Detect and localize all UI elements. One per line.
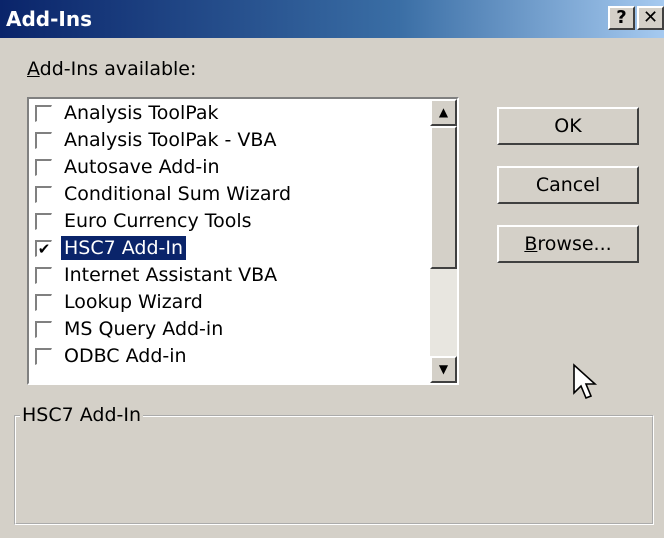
list-item[interactable]: Analysis ToolPak [31, 100, 431, 127]
checkbox[interactable] [35, 321, 52, 338]
list-item-label: Lookup Wizard [64, 291, 203, 313]
checkbox-checked[interactable]: ✔ [35, 240, 52, 257]
addins-listbox[interactable]: Analysis ToolPak Analysis ToolPak - VBA … [27, 97, 459, 385]
list-item-label: ODBC Add-in [64, 345, 187, 367]
checkbox[interactable] [35, 348, 52, 365]
addins-available-label: Add-Ins available: [27, 58, 197, 80]
scroll-up-icon[interactable]: ▲ [430, 99, 457, 126]
cancel-button[interactable]: Cancel [497, 166, 639, 204]
list-item-label: HSC7 Add-In [59, 235, 188, 261]
list-item-selected[interactable]: ✔ HSC7 Add-In [31, 235, 431, 262]
browse-button[interactable]: Browse... [497, 225, 639, 263]
window-title: Add-Ins [6, 7, 92, 31]
list-item-label: Conditional Sum Wizard [64, 183, 292, 205]
list-item[interactable]: ODBC Add-in [31, 343, 431, 370]
list-item-label: Euro Currency Tools [64, 210, 252, 232]
list-item-label: Autosave Add-in [64, 156, 220, 178]
description-groupbox: HSC7 Add-In [14, 404, 654, 525]
mouse-cursor-icon [573, 363, 598, 400]
title-bar: Add-Ins ? ✕ [0, 0, 664, 38]
list-item[interactable]: Conditional Sum Wizard [31, 181, 431, 208]
list-item[interactable]: Euro Currency Tools [31, 208, 431, 235]
list-item-label: Analysis ToolPak - VBA [64, 129, 277, 151]
checkbox[interactable] [35, 105, 52, 122]
list-item[interactable]: Autosave Add-in [31, 154, 431, 181]
checkbox[interactable] [35, 213, 52, 230]
list-item[interactable]: Internet Assistant VBA [31, 262, 431, 289]
checkbox[interactable] [35, 267, 52, 284]
checkbox[interactable] [35, 186, 52, 203]
list-item[interactable]: Lookup Wizard [31, 289, 431, 316]
list-item[interactable]: Analysis ToolPak - VBA [31, 127, 431, 154]
description-title: HSC7 Add-In [20, 404, 144, 426]
close-button[interactable]: ✕ [637, 6, 664, 30]
list-item-label: Analysis ToolPak [64, 102, 219, 124]
help-button[interactable]: ? [608, 6, 635, 30]
scroll-down-icon[interactable]: ▼ [430, 356, 457, 383]
ok-button[interactable]: OK [497, 107, 639, 145]
checkbox[interactable] [35, 294, 52, 311]
checkbox[interactable] [35, 159, 52, 176]
vertical-scrollbar[interactable]: ▲ ▼ [430, 99, 457, 383]
list-item-label: MS Query Add-in [64, 318, 224, 340]
list-item-label: Internet Assistant VBA [64, 264, 278, 286]
list-item[interactable]: MS Query Add-in [31, 316, 431, 343]
checkbox[interactable] [35, 132, 52, 149]
scroll-thumb[interactable] [430, 126, 457, 269]
